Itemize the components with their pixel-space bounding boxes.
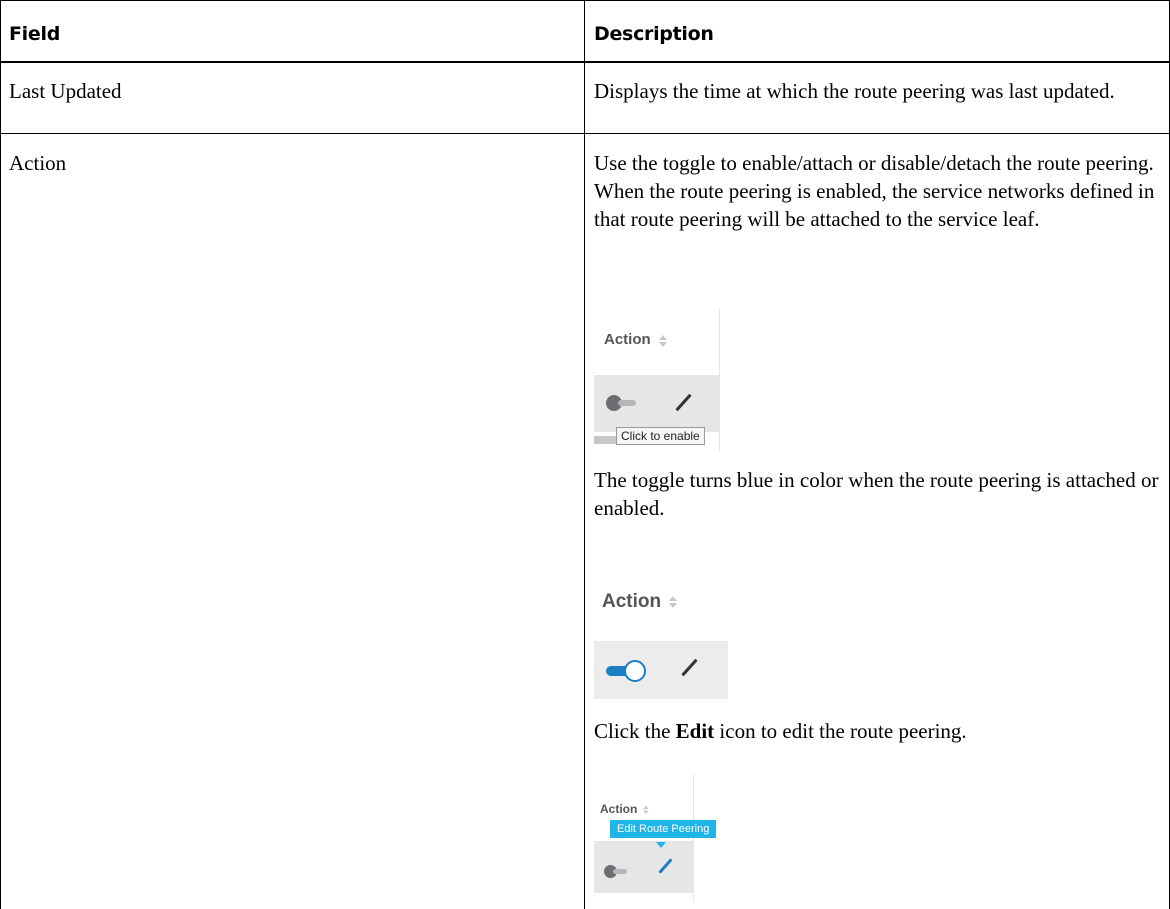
- screenshot-toggle-disabled: Action Click to enable: [594, 309, 720, 451]
- row-action-description-intro: Use the toggle to enable/attach or disab…: [594, 151, 1155, 231]
- toggle-icon[interactable]: [604, 865, 627, 878]
- table-top-border: [0, 0, 1170, 1]
- header-bottom-border: [0, 61, 1170, 63]
- toggle-track: [618, 400, 636, 406]
- header-field: Field: [9, 23, 60, 45]
- action-column-header: Action: [602, 591, 678, 613]
- edit-keyword: Edit: [675, 719, 715, 743]
- screenshot-toggle-enabled: Action: [594, 573, 728, 699]
- row-last-updated-description: Displays the time at which the route pee…: [594, 79, 1115, 103]
- action-row: [594, 375, 720, 432]
- toggle-icon[interactable]: [624, 660, 646, 682]
- action-row: [594, 641, 728, 699]
- action-row: [594, 841, 694, 893]
- table-left-border: [0, 0, 1, 909]
- row-divider: [0, 133, 1170, 134]
- column-divider: [584, 0, 585, 909]
- tooltip-edit-route-peering: Edit Route Peering: [610, 820, 717, 838]
- toggle-track: [613, 869, 627, 874]
- row-action-description-toggle: The toggle turns blue in color when the …: [594, 468, 1159, 520]
- row-action-description-edit: Click the Edit icon to edit the route pe…: [594, 719, 967, 743]
- table-scrollbar: [594, 436, 618, 444]
- tooltip-arrow: [656, 842, 666, 848]
- row-action-field: Action: [9, 151, 67, 175]
- sort-icon: [658, 334, 667, 347]
- screenshot-edit-route-peering: Action Edit Route Peering: [594, 774, 717, 902]
- edit-pencil-icon[interactable]: [675, 393, 692, 412]
- header-description: Description: [594, 23, 714, 45]
- sort-icon: [643, 805, 649, 815]
- tooltip-click-to-enable: Click to enable: [616, 427, 705, 445]
- edit-pencil-icon[interactable]: [658, 858, 673, 874]
- field-description-table: Field Description Last Updated Displays …: [0, 0, 1170, 909]
- edit-pencil-icon[interactable]: [681, 658, 698, 677]
- row-last-updated-field: Last Updated: [9, 79, 122, 103]
- toggle-icon[interactable]: [606, 395, 636, 411]
- sort-icon: [668, 595, 678, 609]
- action-column-header: Action: [604, 331, 667, 348]
- action-column-header: Action: [600, 802, 650, 816]
